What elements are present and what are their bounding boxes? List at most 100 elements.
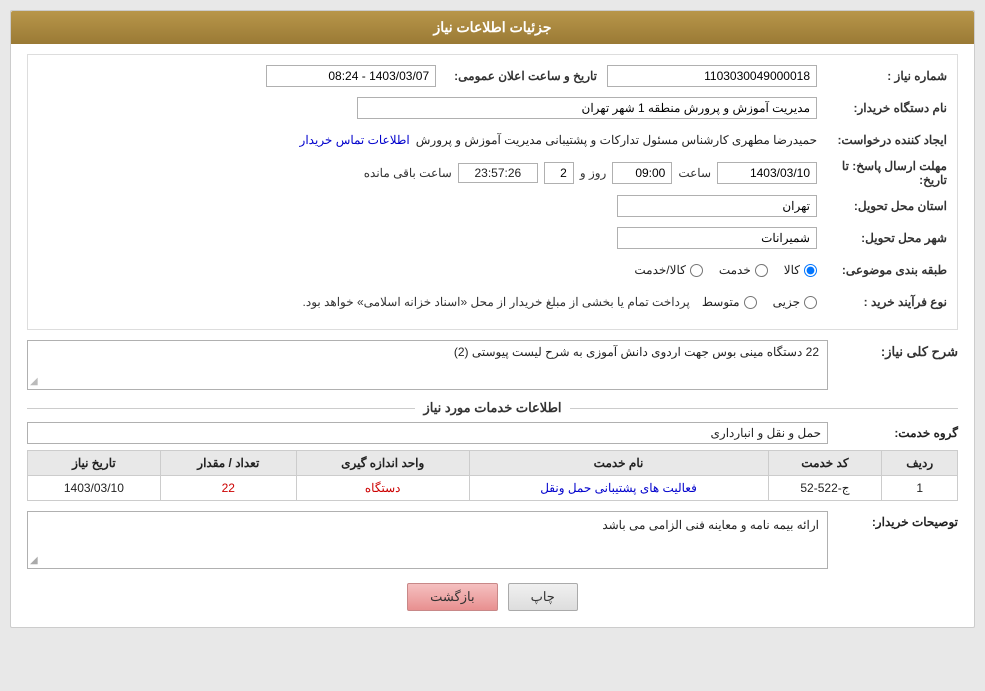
buyer-org-label: نام دستگاه خریدار: — [817, 101, 947, 115]
need-desc-box: 22 دستگاه مینی بوس جهت اردوی دانش آموزی … — [27, 340, 828, 390]
page-wrapper: جزئیات اطلاعات نیاز شماره نیاز : تاریخ و… — [0, 0, 985, 691]
row-province: استان محل تحویل: — [38, 193, 947, 219]
announce-label: تاریخ و ساعت اعلان عمومی: — [446, 69, 597, 83]
buyer-desc-row: توصیحات خریدار: ارائه بیمه نامه و معاینه… — [27, 511, 958, 569]
card-header: جزئیات اطلاعات نیاز — [11, 11, 974, 44]
purchase-type-mota-label: متوسط — [702, 295, 740, 309]
category-kala-service[interactable]: کالا/خدمت — [634, 263, 702, 277]
cell-qty: 22 — [160, 476, 296, 501]
row-need-number: شماره نیاز : تاریخ و ساعت اعلان عمومی: — [38, 63, 947, 89]
category-kala-service-radio[interactable] — [690, 264, 703, 277]
row-city: شهر محل تحویل: — [38, 225, 947, 251]
need-number-label: شماره نیاز : — [817, 69, 947, 83]
row-purchase-type: نوع فرآیند خرید : جزیی متوسط — [38, 289, 947, 315]
city-value-area — [38, 227, 817, 249]
purchase-type-label: نوع فرآیند خرید : — [817, 295, 947, 309]
deadline-remaining-label: ساعت باقی مانده — [364, 166, 452, 180]
info-section-main: شماره نیاز : تاریخ و ساعت اعلان عمومی: ن… — [27, 54, 958, 330]
services-table: ردیف کد خدمت نام خدمت واحد اندازه گیری ت… — [27, 450, 958, 501]
col-qty: تعداد / مقدار — [160, 451, 296, 476]
group-service-text: حمل و نقل و انبارداری — [711, 426, 821, 440]
table-row: 1 ج-522-52 فعالیت های پشتیبانی حمل ونقل … — [28, 476, 958, 501]
category-kala-service-label: کالا/خدمت — [634, 263, 685, 277]
need-number-value-area: تاریخ و ساعت اعلان عمومی: — [38, 65, 817, 87]
deadline-time-input[interactable] — [612, 162, 672, 184]
services-title-text: اطلاعات خدمات مورد نیاز — [415, 400, 569, 416]
need-number-input[interactable] — [607, 65, 817, 87]
row-buyer-org: نام دستگاه خریدار: — [38, 95, 947, 121]
buyer-desc-text: ارائه بیمه نامه و معاینه فنی الزامی می ب… — [602, 518, 819, 532]
main-card: جزئیات اطلاعات نیاز شماره نیاز : تاریخ و… — [10, 10, 975, 628]
print-button[interactable]: چاپ — [508, 583, 578, 611]
services-table-body: 1 ج-522-52 فعالیت های پشتیبانی حمل ونقل … — [28, 476, 958, 501]
cell-service-name: فعالیت های پشتیبانی حمل ونقل — [469, 476, 768, 501]
deadline-days-input[interactable] — [544, 162, 574, 184]
category-service[interactable]: خدمت — [719, 263, 768, 277]
category-kala-radio[interactable] — [804, 264, 817, 277]
services-section-title: اطلاعات خدمات مورد نیاز — [27, 400, 958, 416]
col-service-code: کد خدمت — [768, 451, 882, 476]
category-service-label: خدمت — [719, 263, 751, 277]
category-radio-group: کالا خدمت کالا/خدمت — [38, 263, 817, 277]
purchase-type-jozi-label: جزیی — [773, 295, 800, 309]
category-kala-label: کالا — [784, 263, 800, 277]
category-kala[interactable]: کالا — [784, 263, 817, 277]
col-date: تاریخ نیاز — [28, 451, 161, 476]
category-value-area: کالا خدمت کالا/خدمت — [38, 263, 817, 277]
buyer-desc-label: توصیحات خریدار: — [828, 511, 958, 529]
category-label: طبقه بندی موضوعی: — [817, 263, 947, 277]
purchase-type-content: جزیی متوسط پرداخت تمام یا بخشی از مبلغ خ… — [38, 295, 817, 309]
buyer-desc-box: ارائه بیمه نامه و معاینه فنی الزامی می ب… — [27, 511, 828, 569]
purchase-type-radio-group: جزیی متوسط — [702, 295, 817, 309]
page-title: جزئیات اطلاعات نیاز — [433, 19, 551, 35]
deadline-time-label: ساعت — [678, 166, 711, 180]
need-desc-label: شرح کلی نیاز: — [828, 340, 958, 360]
creator-label: ایجاد کننده درخواست: — [817, 133, 947, 147]
contact-link[interactable]: اطلاعات تماس خریدار — [300, 133, 410, 147]
creator-value: حمیدرضا مطهری کارشناس مسئول تدارکات و پش… — [416, 133, 817, 147]
purchase-type-note: پرداخت تمام یا بخشی از مبلغ خریدار از مح… — [303, 295, 690, 309]
buyer-org-input[interactable] — [357, 97, 817, 119]
buyer-desc-content: ارائه بیمه نامه و معاینه فنی الزامی می ب… — [27, 511, 828, 569]
announce-input[interactable] — [266, 65, 436, 87]
need-desc-section: شرح کلی نیاز: 22 دستگاه مینی بوس جهت ارد… — [27, 340, 958, 390]
group-service-value: حمل و نقل و انبارداری — [27, 422, 828, 444]
need-desc-text: 22 دستگاه مینی بوس جهت اردوی دانش آموزی … — [454, 345, 819, 359]
buyer-org-value-area — [38, 97, 817, 119]
cell-unit: دستگاه — [296, 476, 469, 501]
resize-icon: ◢ — [30, 376, 38, 387]
services-table-head: ردیف کد خدمت نام خدمت واحد اندازه گیری ت… — [28, 451, 958, 476]
row-deadline: مهلت ارسال پاسخ: تا تاریخ: ساعت روز و 23… — [38, 159, 947, 187]
button-row: چاپ بازگشت — [27, 583, 958, 611]
deadline-remaining: 23:57:26 — [458, 163, 538, 183]
deadline-label: مهلت ارسال پاسخ: تا تاریخ: — [817, 159, 947, 187]
col-row-num: ردیف — [882, 451, 958, 476]
cell-date: 1403/03/10 — [28, 476, 161, 501]
row-category: طبقه بندی موضوعی: کالا خدمت — [38, 257, 947, 283]
need-desc-value-area: 22 دستگاه مینی بوس جهت اردوی دانش آموزی … — [27, 340, 828, 390]
cell-service-code: ج-522-52 — [768, 476, 882, 501]
creator-value-area: حمیدرضا مطهری کارشناس مسئول تدارکات و پش… — [38, 133, 817, 147]
purchase-type-mota[interactable]: متوسط — [702, 295, 757, 309]
deadline-date-time: ساعت روز و 23:57:26 ساعت باقی مانده — [38, 162, 817, 184]
back-button[interactable]: بازگشت — [407, 583, 497, 611]
purchase-type-mota-radio[interactable] — [744, 296, 757, 309]
group-service-label: گروه خدمت: — [828, 426, 958, 440]
remaining-time-row: 23:57:26 ساعت باقی مانده — [364, 163, 538, 183]
cell-row-num: 1 — [882, 476, 958, 501]
row-creator: ایجاد کننده درخواست: حمیدرضا مطهری کارشن… — [38, 127, 947, 153]
deadline-date-input[interactable] — [717, 162, 817, 184]
card-body: شماره نیاز : تاریخ و ساعت اعلان عمومی: ن… — [11, 44, 974, 627]
services-table-header-row: ردیف کد خدمت نام خدمت واحد اندازه گیری ت… — [28, 451, 958, 476]
city-label: شهر محل تحویل: — [817, 231, 947, 245]
province-label: استان محل تحویل: — [817, 199, 947, 213]
province-input[interactable] — [617, 195, 817, 217]
deadline-days-label: روز و — [580, 166, 607, 180]
purchase-type-jozi-radio[interactable] — [804, 296, 817, 309]
group-service-row: گروه خدمت: حمل و نقل و انبارداری — [27, 422, 958, 444]
purchase-type-value-area: جزیی متوسط پرداخت تمام یا بخشی از مبلغ خ… — [38, 295, 817, 309]
purchase-type-jozi[interactable]: جزیی — [773, 295, 817, 309]
city-input[interactable] — [617, 227, 817, 249]
province-value-area — [38, 195, 817, 217]
category-service-radio[interactable] — [755, 264, 768, 277]
